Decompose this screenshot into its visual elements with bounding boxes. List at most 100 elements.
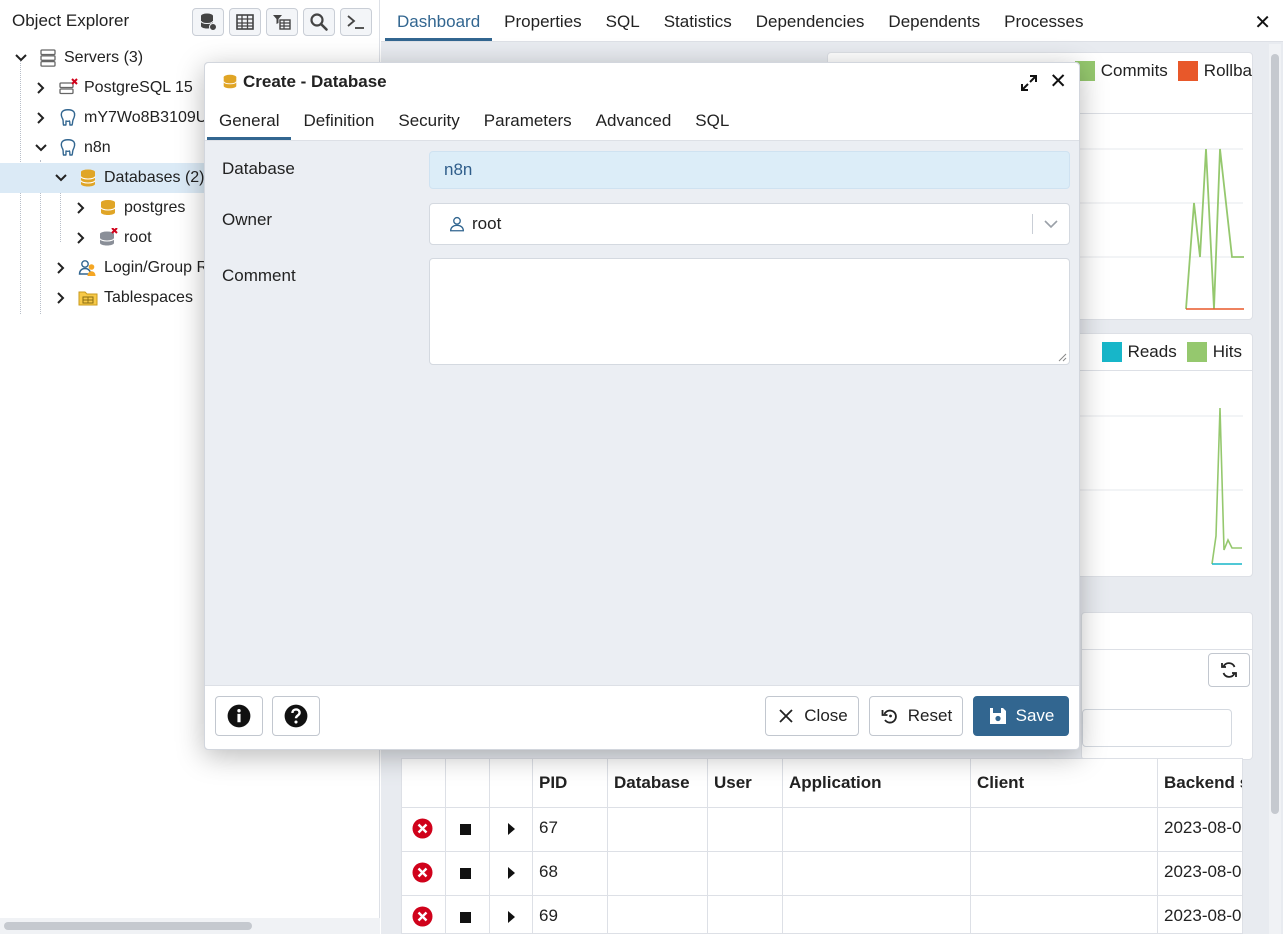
stop-icon xyxy=(460,912,471,923)
main-vertical-scrollbar[interactable] xyxy=(1269,44,1281,934)
tree-item-postgresql-15[interactable]: PostgreSQL 15 xyxy=(34,73,193,103)
block-io-legend: Reads Hits xyxy=(1101,342,1242,362)
tab-sql[interactable]: SQL xyxy=(594,12,652,41)
close-button[interactable]: Close xyxy=(765,696,859,736)
save-button[interactable]: Save xyxy=(973,696,1069,736)
scrollbar-thumb[interactable] xyxy=(4,922,252,930)
column-header-user[interactable]: User xyxy=(708,759,783,808)
tree-item-label: Tablespaces xyxy=(104,289,193,306)
filter-table-icon xyxy=(273,15,291,30)
chevron-right-icon[interactable] xyxy=(74,231,88,245)
table-cell-pid: 67 xyxy=(533,808,608,852)
select-separator xyxy=(1032,214,1033,234)
cancel-query-button[interactable] xyxy=(446,808,490,852)
comment-textarea[interactable] xyxy=(429,258,1070,365)
postgres-elephant-icon xyxy=(60,139,76,156)
table-cell xyxy=(708,896,783,933)
comment-label: Comment xyxy=(222,266,296,285)
resize-handle-icon[interactable] xyxy=(1057,352,1067,362)
search-sessions-input[interactable] xyxy=(1082,709,1232,747)
chevron-down-icon[interactable] xyxy=(1043,216,1059,232)
tab-parameters[interactable]: Parameters xyxy=(472,111,584,140)
filtered-rows-button[interactable] xyxy=(266,8,298,36)
chevron-down-icon[interactable] xyxy=(34,141,48,155)
column-header-application[interactable]: Application xyxy=(783,759,971,808)
tab-dependents[interactable]: Dependents xyxy=(876,12,992,41)
cancel-query-button[interactable] xyxy=(446,852,490,896)
tab-statistics[interactable]: Statistics xyxy=(652,12,744,41)
expand-row-button[interactable] xyxy=(490,896,533,933)
maximize-icon[interactable] xyxy=(1019,73,1039,93)
cancel-query-button[interactable] xyxy=(446,896,490,933)
database-icon xyxy=(100,200,116,215)
help-button[interactable] xyxy=(272,696,320,736)
tab-security[interactable]: Security xyxy=(386,111,471,140)
chevron-right-icon[interactable] xyxy=(54,291,68,305)
terminate-session-button[interactable] xyxy=(402,896,446,933)
tab-general[interactable]: General xyxy=(207,111,292,140)
tab-properties[interactable]: Properties xyxy=(492,12,593,41)
tab-dashboard[interactable]: Dashboard xyxy=(385,12,493,41)
dialog-close-icon[interactable]: ✕ xyxy=(1049,69,1067,94)
column-header-pid[interactable]: PID xyxy=(533,759,608,808)
tree-item-root[interactable]: root xyxy=(74,223,152,253)
tree-item-tablespaces[interactable]: Tablespaces xyxy=(54,283,193,313)
table-icon xyxy=(236,14,254,30)
save-icon xyxy=(989,708,1006,724)
tree-item-server-2[interactable]: mY7Wo8B3109U xyxy=(34,103,207,133)
caret-right-icon xyxy=(508,911,515,923)
chevron-right-icon[interactable] xyxy=(34,111,48,125)
search-icon xyxy=(310,13,328,31)
tab-dialog-sql[interactable]: SQL xyxy=(683,111,741,140)
view-data-button[interactable] xyxy=(229,8,261,36)
tree-item-postgres[interactable]: postgres xyxy=(74,193,185,223)
table-cell xyxy=(608,852,708,896)
tree-item-servers[interactable]: Servers (3) xyxy=(14,43,143,73)
owner-select[interactable]: root xyxy=(429,203,1070,245)
refresh-button[interactable] xyxy=(1208,653,1250,687)
column-header-database[interactable]: Database xyxy=(608,759,708,808)
chevron-down-icon[interactable] xyxy=(14,51,28,65)
reads-swatch xyxy=(1101,342,1122,362)
scrollbar-thumb[interactable] xyxy=(1271,54,1279,814)
tab-advanced[interactable]: Advanced xyxy=(584,111,684,140)
owner-label: Owner xyxy=(222,210,273,229)
tab-processes[interactable]: Processes xyxy=(992,12,1095,41)
dialog-header[interactable]: Create - Database ✕ xyxy=(205,63,1079,101)
query-tool-button[interactable] xyxy=(192,8,224,36)
server-activity-panel xyxy=(1081,612,1253,760)
terminate-session-button[interactable] xyxy=(402,808,446,852)
tree-item-login-group-roles[interactable]: Login/Group R xyxy=(54,253,208,283)
owner-value: root xyxy=(472,214,502,233)
postgres-elephant-icon xyxy=(60,109,76,126)
tree-item-n8n[interactable]: n8n xyxy=(34,133,111,163)
column-header-backend-start[interactable]: Backend s xyxy=(1158,759,1242,808)
expand-row-button[interactable] xyxy=(490,852,533,896)
chevron-down-icon[interactable] xyxy=(54,171,68,185)
legend-label: Commits xyxy=(1100,61,1168,80)
close-tab-icon[interactable]: ✕ xyxy=(1254,10,1271,35)
tab-dependencies[interactable]: Dependencies xyxy=(744,12,877,41)
databases-icon xyxy=(80,169,96,187)
chevron-right-icon[interactable] xyxy=(54,261,68,275)
table-cell-pid: 68 xyxy=(533,852,608,896)
expand-row-button[interactable] xyxy=(490,808,533,852)
reset-button-label: Reset xyxy=(907,706,953,725)
search-objects-button[interactable] xyxy=(303,8,335,36)
explorer-horizontal-scrollbar[interactable] xyxy=(0,918,380,934)
chevron-right-icon[interactable] xyxy=(74,201,88,215)
terminate-session-button[interactable] xyxy=(402,852,446,896)
legend-label: Rollba xyxy=(1203,61,1252,80)
group-roles-icon xyxy=(78,260,96,276)
column-header-client[interactable]: Client xyxy=(971,759,1158,808)
chevron-right-icon[interactable] xyxy=(34,81,48,95)
legend-label: Hits xyxy=(1212,342,1242,361)
reset-button[interactable]: Reset xyxy=(869,696,963,736)
database-name-input[interactable]: n8n xyxy=(429,151,1070,189)
tree-item-label: n8n xyxy=(84,139,111,156)
dialog-footer: Close Reset Save xyxy=(205,685,1079,749)
tab-definition[interactable]: Definition xyxy=(291,111,386,140)
table-header-blank xyxy=(446,759,490,808)
psql-tool-button[interactable] xyxy=(340,8,372,36)
info-button[interactable] xyxy=(215,696,263,736)
